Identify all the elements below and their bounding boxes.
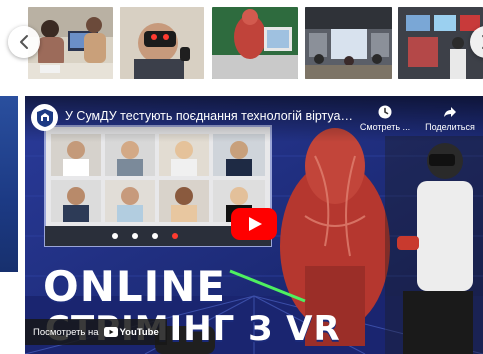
chevron-left-icon <box>20 35 28 49</box>
play-button[interactable] <box>231 208 277 240</box>
watch-on-label: Посмотреть на <box>33 326 99 338</box>
thumbnail-gallery <box>0 0 483 86</box>
video-embed[interactable]: У СумДУ тестують поєднання технологій ві… <box>25 96 483 354</box>
sidebar-decoration <box>0 96 18 272</box>
video-title[interactable]: У СумДУ тестують поєднання технологій ві… <box>65 109 355 123</box>
university-crest-icon <box>36 108 53 127</box>
gallery-thumbnail-1[interactable] <box>28 7 113 79</box>
watch-on-youtube-button[interactable]: Посмотреть на YouTube <box>25 319 167 345</box>
chevron-right-icon <box>482 35 483 49</box>
channel-avatar[interactable] <box>31 104 58 131</box>
watch-later-label: Смотреть ... <box>359 122 411 132</box>
share-label: Поделиться <box>425 122 475 132</box>
youtube-play-icon <box>103 327 118 337</box>
gallery-thumbnail-2[interactable] <box>120 7 204 79</box>
share-button[interactable]: Поделиться <box>420 104 480 132</box>
video-overlay-title: ONLINE <box>43 262 227 311</box>
play-icon <box>231 208 277 240</box>
clock-icon <box>378 105 392 119</box>
youtube-logo: YouTube <box>103 326 159 338</box>
youtube-wordmark: YouTube <box>119 326 159 338</box>
watch-later-button[interactable]: Смотреть ... <box>355 104 415 132</box>
gallery-thumbnail-4[interactable] <box>305 7 392 79</box>
gallery-prev-button[interactable] <box>8 26 40 58</box>
gallery-thumbnail-3[interactable] <box>212 7 298 79</box>
share-arrow-icon <box>444 107 456 117</box>
